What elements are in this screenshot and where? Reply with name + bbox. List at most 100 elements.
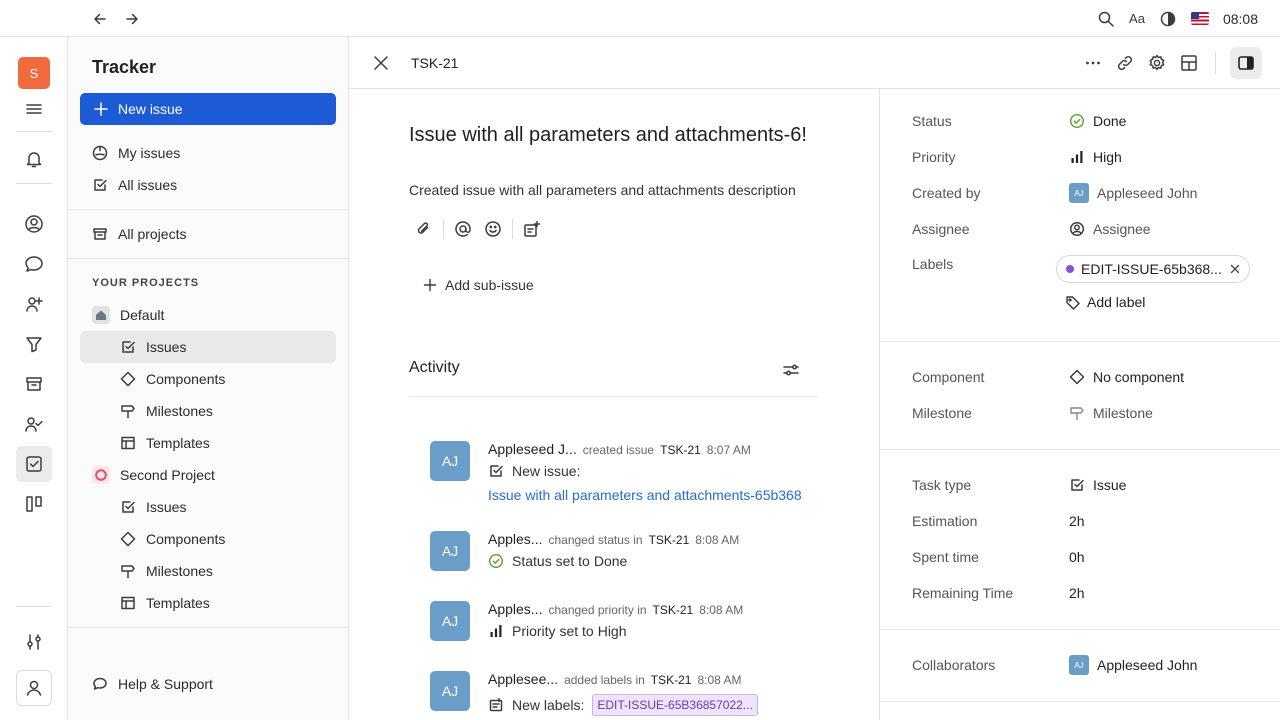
emoji-icon[interactable] — [478, 217, 508, 241]
sidebar-title: Tracker — [92, 57, 157, 77]
toggle-panel-button[interactable] — [1230, 47, 1262, 79]
field-label: Milestone — [912, 405, 972, 421]
add-sub-item-icon[interactable] — [517, 217, 547, 241]
project-default-milestones[interactable]: Milestones — [80, 395, 336, 427]
project-second-issues[interactable]: Issues — [80, 491, 336, 523]
task-type-row[interactable]: Task type Issue — [912, 473, 1252, 497]
add-label-button[interactable]: Add label — [1065, 294, 1145, 310]
project-default-issues[interactable]: Issues — [80, 331, 336, 363]
checkbox-icon — [122, 501, 135, 513]
field-label: Collaborators — [912, 657, 996, 673]
contacts-icon[interactable] — [16, 206, 52, 242]
label-chip[interactable]: EDIT-ISSUE-65b368... — [1056, 255, 1250, 283]
tracker-checkbox-icon[interactable] — [16, 446, 52, 482]
issue-description[interactable]: Created issue with all parameters and at… — [409, 182, 796, 198]
add-sub-issue-label: Add sub-issue — [445, 277, 534, 293]
activity-author[interactable]: Apples... — [488, 601, 542, 617]
recruit-icon[interactable] — [16, 286, 52, 322]
forward-arrow-icon[interactable] — [122, 9, 142, 29]
label-list-icon — [489, 697, 503, 712]
workspace-button[interactable]: S — [16, 55, 52, 91]
bell-icon[interactable] — [16, 141, 52, 177]
layout-icon[interactable] — [1177, 47, 1201, 79]
help-support-link[interactable]: Help & Support — [80, 668, 336, 700]
gear-icon[interactable] — [1145, 47, 1169, 79]
collaborators-row[interactable]: Collaborators AJ Appleseed John — [912, 653, 1252, 677]
sidebar-item-label: Templates — [146, 595, 210, 611]
board-icon[interactable] — [16, 486, 52, 522]
spent-time-row[interactable]: Spent time 0h — [912, 545, 1252, 569]
status-value: Done — [1093, 113, 1127, 129]
project-second-milestones[interactable]: Milestones — [80, 555, 336, 587]
assignee-value: Assignee — [1093, 221, 1151, 237]
team-icon[interactable] — [16, 406, 52, 442]
side-panel-icon — [1238, 56, 1254, 70]
close-icon[interactable] — [371, 53, 391, 73]
activity-filter-icon[interactable] — [781, 360, 801, 380]
tag-icon — [1066, 296, 1080, 310]
sidebar-item-my-issues[interactable]: My issues — [80, 137, 336, 169]
field-label: Priority — [912, 149, 956, 165]
filter-funnel-icon[interactable] — [16, 326, 52, 362]
rail-divider — [16, 606, 52, 607]
avatar[interactable]: AJ — [430, 441, 470, 481]
sidebar-item-all-issues[interactable]: All issues — [80, 169, 336, 201]
avatar[interactable]: AJ — [430, 531, 470, 571]
profile-button[interactable] — [16, 670, 52, 706]
sidebar-item-all-projects[interactable]: All projects — [80, 218, 336, 250]
activity-time: 8:08 AM — [695, 533, 740, 547]
project-default-components[interactable]: Components — [80, 363, 336, 395]
label-chip[interactable]: EDIT-ISSUE-65B36857022... — [592, 694, 758, 716]
activity-ref[interactable]: TSK-21 — [649, 533, 690, 547]
menu-icon[interactable] — [16, 91, 52, 127]
activity-author[interactable]: Applesee... — [488, 671, 558, 687]
field-label: Component — [912, 369, 985, 385]
project-second-components[interactable]: Components — [80, 523, 336, 555]
activity-time: 8:08 AM — [699, 603, 744, 617]
project-default-templates[interactable]: Templates — [80, 427, 336, 459]
status-row[interactable]: Status Done — [912, 109, 1252, 133]
mention-at-icon[interactable] — [448, 217, 478, 241]
new-issue-button[interactable]: New issue — [80, 93, 336, 125]
activity-issue-link[interactable]: Issue with all parameters and attachment… — [488, 487, 802, 503]
more-options-icon[interactable] — [1081, 47, 1105, 79]
archive-icon[interactable] — [16, 366, 52, 402]
chat-icon[interactable] — [16, 246, 52, 282]
my-issues-icon — [92, 145, 108, 161]
project-default[interactable]: Default — [80, 299, 336, 331]
project-second-templates[interactable]: Templates — [80, 587, 336, 619]
toolbar-divider — [512, 219, 513, 239]
signpost-icon — [121, 565, 135, 579]
panel-divider — [880, 629, 1280, 630]
user-circle-icon — [1069, 221, 1085, 237]
activity-time: 8:08 AM — [697, 673, 742, 687]
activity-ref[interactable]: TSK-21 — [653, 603, 694, 617]
activity-ref[interactable]: TSK-21 — [651, 673, 692, 687]
avatar[interactable]: AJ — [430, 601, 470, 641]
toolbar-divider — [1215, 52, 1216, 74]
milestone-row[interactable]: Milestone Milestone — [912, 401, 1252, 425]
add-sub-issue-button[interactable]: Add sub-issue — [423, 277, 534, 293]
checkbox-icon — [122, 341, 135, 353]
settings-sliders-icon[interactable] — [16, 624, 52, 660]
project-second[interactable]: Second Project — [80, 459, 336, 491]
avatar[interactable]: AJ — [430, 671, 470, 711]
assignee-row[interactable]: Assignee Assignee — [912, 217, 1252, 241]
activity-author[interactable]: Appleseed J... — [488, 441, 577, 457]
priority-row[interactable]: Priority High — [912, 145, 1252, 169]
back-arrow-icon[interactable] — [90, 9, 110, 29]
estimation-row[interactable]: Estimation 2h — [912, 509, 1252, 533]
component-row[interactable]: Component No component — [912, 365, 1252, 389]
font-size-icon[interactable]: Aa — [1129, 11, 1145, 26]
search-icon[interactable] — [1097, 10, 1115, 28]
remove-label-icon[interactable] — [1229, 263, 1241, 275]
activity-author[interactable]: Apples... — [488, 531, 542, 547]
sidebar-item-label: All issues — [118, 177, 178, 193]
activity-ref[interactable]: TSK-21 — [660, 443, 701, 457]
issue-title[interactable]: Issue with all parameters and attachment… — [409, 124, 807, 147]
paperclip-icon[interactable] — [409, 217, 439, 241]
theme-contrast-icon[interactable] — [1159, 10, 1177, 28]
top-bar: Aa 08:08 — [0, 0, 1280, 37]
language-flag-icon[interactable] — [1190, 12, 1209, 25]
link-icon[interactable] — [1113, 47, 1137, 79]
